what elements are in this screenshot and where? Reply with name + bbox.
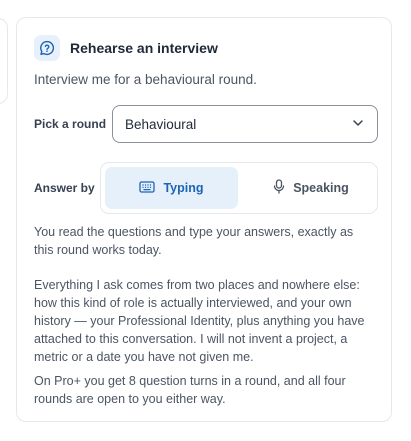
typing-option[interactable]: Typing xyxy=(105,167,238,209)
sources-description: Everything I ask comes from two places a… xyxy=(34,278,365,364)
answer-mode-toggle: Typing Speaking xyxy=(100,162,378,214)
round-label: Pick a round xyxy=(34,117,107,131)
card-header: Rehearse an interview xyxy=(34,35,218,61)
help-icon xyxy=(34,35,60,61)
typing-option-label: Typing xyxy=(163,181,204,195)
speaking-option-label: Speaking xyxy=(293,181,349,195)
keyboard-icon xyxy=(139,180,163,196)
round-select-value: Behavioural xyxy=(125,116,197,132)
plan-description: On Pro+ you get 8 question turns in a ro… xyxy=(34,374,346,406)
speaking-option[interactable]: Speaking xyxy=(251,167,371,209)
card-subtitle: Interview me for a behavioural round. xyxy=(34,72,257,87)
microphone-icon xyxy=(273,179,293,197)
rehearse-interview-card: Rehearse an interview Interview me for a… xyxy=(16,17,392,422)
adjacent-card-edge xyxy=(0,18,8,104)
round-select[interactable]: Behavioural xyxy=(112,105,378,143)
mode-description: You read the questions and type your ans… xyxy=(34,225,354,257)
answer-label: Answer by xyxy=(34,181,95,195)
card-title: Rehearse an interview xyxy=(70,40,218,56)
chevron-down-icon xyxy=(351,116,365,133)
